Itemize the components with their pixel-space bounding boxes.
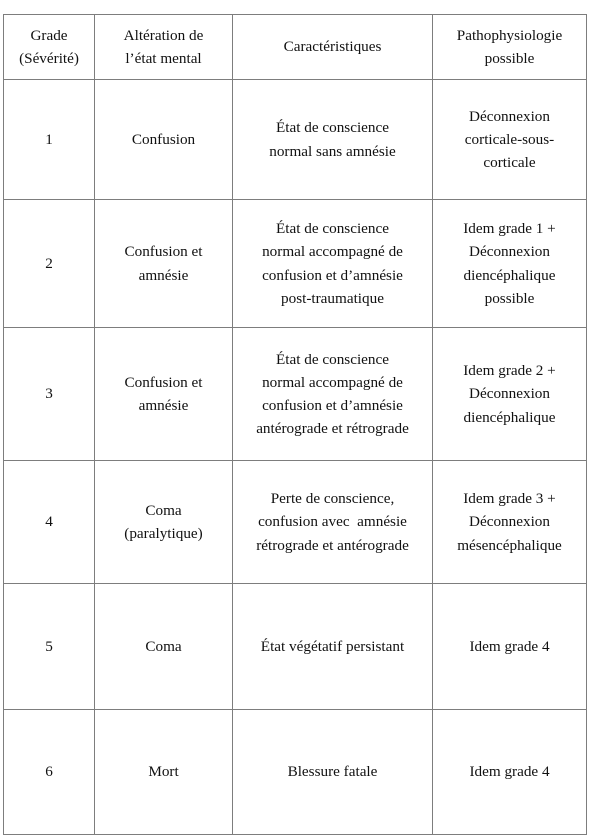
cell-pathophysiology: Déconnexion corticale-sous- corticale [432,79,587,200]
cell-characteristics: État de conscience normal accompagné de … [232,199,433,328]
cell-grade: 5 [3,583,95,710]
table-body: 1 Confusion État de conscience normal sa… [3,79,587,835]
table-row: 4 Coma (paralytique) Perte de conscience… [3,460,587,584]
table-row: 2 Confusion et amnésie État de conscienc… [3,199,587,328]
cell-grade: 3 [3,327,95,461]
cell-characteristics: Perte de conscience, confusion avec amné… [232,460,433,584]
table-header-row: Grade (Sévérité) Altération de l’état me… [3,14,587,80]
cell-mental-state-alteration: Confusion et amnésie [94,327,233,461]
table-header: Grade (Sévérité) Altération de l’état me… [3,14,587,80]
grade-table-container: Grade (Sévérité) Altération de l’état me… [3,14,587,835]
cell-mental-state-alteration: Confusion et amnésie [94,199,233,328]
cell-pathophysiology: Idem grade 3 + Déconnexion mésencéphaliq… [432,460,587,584]
cell-pathophysiology: Idem grade 2 + Déconnexion diencéphaliqu… [432,327,587,461]
cell-mental-state-alteration: Coma (paralytique) [94,460,233,584]
cell-characteristics: Blessure fatale [232,709,433,835]
table-row: 6 Mort Blessure fatale Idem grade 4 [3,709,587,835]
cell-pathophysiology: Idem grade 1 + Déconnexion diencéphaliqu… [432,199,587,328]
table-row: 1 Confusion État de conscience normal sa… [3,79,587,200]
table-row: 5 Coma État végétatif persistant Idem gr… [3,583,587,710]
cell-grade: 6 [3,709,95,835]
cell-mental-state-alteration: Mort [94,709,233,835]
table-row: 3 Confusion et amnésie État de conscienc… [3,327,587,461]
cell-grade: 2 [3,199,95,328]
column-header-mental-state-alteration: Altération de l’état mental [94,14,233,80]
page: Grade (Sévérité) Altération de l’état me… [0,0,590,835]
cell-characteristics: État végétatif persistant [232,583,433,710]
cell-pathophysiology: Idem grade 4 [432,709,587,835]
column-header-grade: Grade (Sévérité) [3,14,95,80]
cell-grade: 1 [3,79,95,200]
cell-characteristics: État de conscience normal accompagné de … [232,327,433,461]
column-header-pathophysiology: Pathophysiologie possible [432,14,587,80]
cell-grade: 4 [3,460,95,584]
concussion-grade-table: Grade (Sévérité) Altération de l’état me… [3,14,587,835]
cell-mental-state-alteration: Coma [94,583,233,710]
cell-pathophysiology: Idem grade 4 [432,583,587,710]
cell-mental-state-alteration: Confusion [94,79,233,200]
column-header-characteristics: Caractéristiques [232,14,433,80]
cell-characteristics: État de conscience normal sans amnésie [232,79,433,200]
